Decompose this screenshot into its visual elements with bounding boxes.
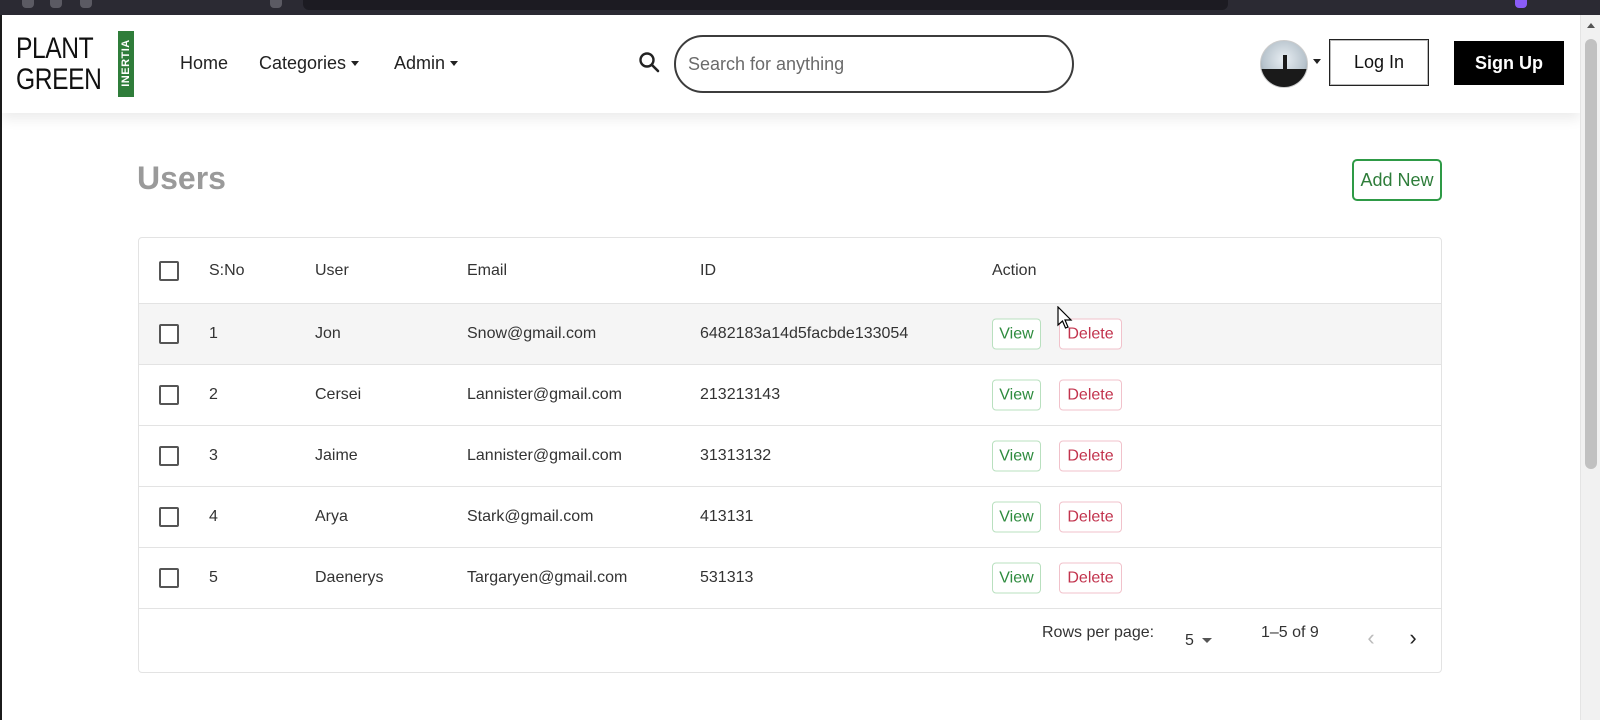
nav-categories-label: Categories: [259, 53, 347, 73]
add-new-button[interactable]: Add New: [1352, 159, 1442, 201]
cell-sno: 4: [209, 508, 218, 525]
avatar-caret-icon[interactable]: [1313, 59, 1321, 64]
view-button[interactable]: View: [992, 379, 1041, 411]
avatar[interactable]: [1260, 40, 1308, 88]
logo-side-band: INERTIA: [118, 31, 134, 97]
cell-sno: 2: [209, 386, 218, 403]
cell-id: 213213143: [700, 386, 781, 403]
table-row[interactable]: 4 Arya Stark@gmail.com 413131 View Delet…: [139, 487, 1441, 548]
column-header-user[interactable]: User: [315, 262, 349, 280]
chevron-left-icon[interactable]: ‹: [1359, 627, 1383, 651]
row-checkbox[interactable]: [159, 568, 179, 588]
delete-button[interactable]: Delete: [1059, 379, 1122, 411]
search-input[interactable]: [674, 35, 1074, 93]
address-bar[interactable]: [303, 0, 1228, 10]
logo-word-green: GREEN: [16, 63, 102, 96]
cell-id: 31313132: [700, 447, 772, 464]
cell-sno: 3: [209, 447, 218, 464]
cell-email: Lannister@gmail.com: [467, 447, 622, 464]
table-row[interactable]: 1 Jon Snow@gmail.com 6482183a14d5facbde1…: [139, 304, 1441, 365]
table-header-row: S:No User Email ID Action: [139, 238, 1441, 304]
site-logo[interactable]: PLANT GREEN INERTIA: [16, 31, 134, 97]
view-button[interactable]: View: [992, 501, 1041, 533]
home-icon[interactable]: [270, 0, 282, 8]
rows-per-page-label: Rows per page:: [1042, 624, 1155, 641]
cell-user: Cersei: [315, 386, 362, 403]
cell-sno: 5: [209, 569, 218, 586]
row-checkbox[interactable]: [159, 507, 179, 527]
rows-per-page-select[interactable]: 5: [1185, 632, 1212, 650]
reload-icon[interactable]: [80, 0, 92, 8]
row-checkbox[interactable]: [159, 385, 179, 405]
cell-user: Jon: [315, 325, 341, 342]
table-row[interactable]: 3 Jaime Lannister@gmail.com 31313132 Vie…: [139, 426, 1441, 487]
cell-email: Stark@gmail.com: [467, 508, 594, 525]
cell-user: Jaime: [315, 447, 358, 464]
profile-icon[interactable]: [1515, 0, 1527, 8]
caret-down-icon: [450, 61, 459, 66]
mouse-pointer-icon: [1057, 306, 1073, 329]
logo-side-text: INERTIA: [120, 39, 132, 87]
select-all-checkbox[interactable]: [159, 260, 179, 281]
viewport-edge: [0, 15, 2, 720]
table-row[interactable]: 2 Cersei Lannister@gmail.com 213213143 V…: [139, 365, 1441, 426]
column-header-id[interactable]: ID: [700, 262, 716, 280]
forward-icon[interactable]: [50, 0, 62, 8]
delete-button[interactable]: Delete: [1059, 501, 1122, 533]
row-checkbox[interactable]: [159, 446, 179, 466]
site-header: PLANT GREEN INERTIA Home Categories Admi…: [2, 15, 1580, 113]
view-button[interactable]: View: [992, 440, 1041, 472]
view-button[interactable]: View: [992, 318, 1041, 350]
cell-user: Daenerys: [315, 569, 384, 586]
column-header-email[interactable]: Email: [467, 262, 507, 280]
rows-per-page-value: 5: [1185, 632, 1194, 649]
nav-admin-label: Admin: [394, 53, 446, 73]
nav-admin[interactable]: Admin: [394, 53, 459, 74]
delete-button[interactable]: Delete: [1059, 440, 1122, 472]
login-button[interactable]: Log In: [1329, 39, 1429, 86]
caret-down-icon: [1201, 638, 1212, 643]
scroll-thumb[interactable]: [1585, 39, 1597, 469]
column-header-sno[interactable]: S:No: [209, 262, 245, 280]
cell-email: Lannister@gmail.com: [467, 386, 622, 403]
avatar-spire: [1283, 55, 1287, 75]
cell-id: 531313: [700, 569, 754, 586]
vertical-scrollbar[interactable]: [1580, 15, 1600, 720]
users-table: S:No User Email ID Action 1 Jon Snow@gma…: [138, 237, 1442, 673]
cell-email: Snow@gmail.com: [467, 325, 597, 342]
browser-toolbar: [0, 0, 1600, 15]
search-icon[interactable]: [638, 51, 660, 73]
pagination-range: 1–5 of 9: [1261, 624, 1319, 641]
caret-down-icon: [351, 61, 360, 66]
cell-id: 6482183a14d5facbde133054: [700, 325, 909, 342]
logo-word-plant: PLANT: [16, 32, 94, 65]
chevron-right-icon[interactable]: ›: [1401, 627, 1425, 651]
cell-id: 413131: [700, 508, 754, 525]
cell-email: Targaryen@gmail.com: [467, 569, 628, 586]
pagination-bar: Rows per page: 5 1–5 of 9 ‹ ›: [139, 609, 1441, 673]
nav-home[interactable]: Home: [180, 53, 228, 74]
scroll-up-icon[interactable]: [1587, 23, 1595, 28]
delete-button[interactable]: Delete: [1059, 562, 1122, 594]
page-title: Users: [137, 160, 226, 196]
nav-categories[interactable]: Categories: [259, 53, 360, 74]
row-checkbox[interactable]: [159, 324, 179, 344]
back-icon[interactable]: [22, 0, 34, 8]
column-header-action: Action: [992, 261, 1037, 279]
view-button[interactable]: View: [992, 562, 1041, 594]
cell-user: Arya: [315, 508, 348, 525]
table-row[interactable]: 5 Daenerys Targaryen@gmail.com 531313 Vi…: [139, 548, 1441, 609]
signup-button[interactable]: Sign Up: [1454, 41, 1564, 85]
cell-sno: 1: [209, 325, 218, 342]
